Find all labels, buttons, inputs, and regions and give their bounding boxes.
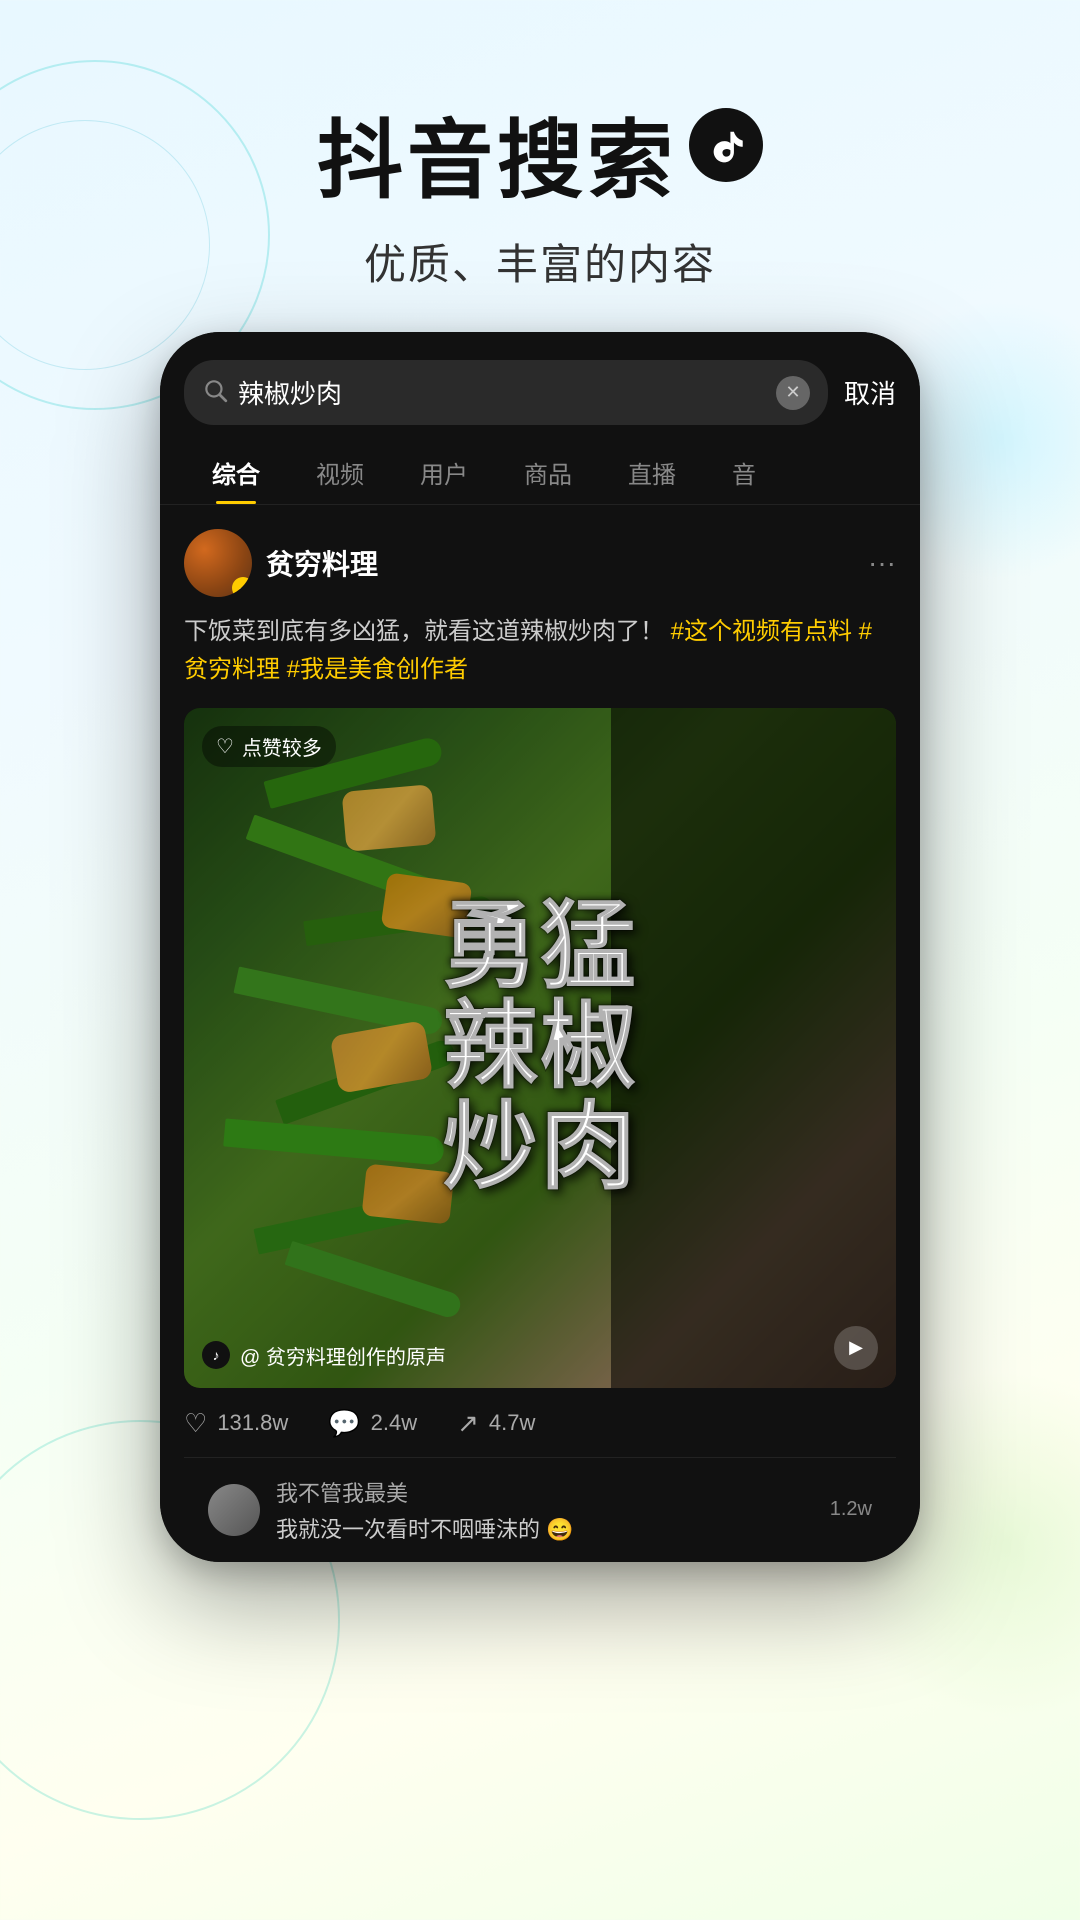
shares-count: 4.7w bbox=[489, 1410, 535, 1436]
search-input-wrap[interactable]: 辣椒炒肉 ✕ bbox=[184, 360, 828, 425]
tabs-row: 综合 视频 用户 商品 直播 音 bbox=[160, 441, 920, 505]
tab-用户[interactable]: 用户 bbox=[392, 441, 496, 504]
comments-engagement[interactable]: 💬 2.4w bbox=[328, 1408, 417, 1439]
tab-音[interactable]: 音 bbox=[704, 441, 784, 504]
video-bg: 勇猛辣椒炒肉 ♡ 点赞较多 ♪ @ 贫穷料理创作的原声 ▶ bbox=[184, 708, 896, 1388]
tiktok-mini-icon: ♪ bbox=[202, 1341, 230, 1369]
audio-label-text: @ 贫穷料理创作的原声 bbox=[240, 1341, 446, 1370]
comment-count: 1.2w bbox=[830, 1498, 872, 1521]
comment-icon: 💬 bbox=[328, 1408, 360, 1439]
play-button[interactable]: ▶ bbox=[834, 1326, 878, 1370]
post-text: 下饭菜到底有多凶猛，就看这道辣椒炒肉了！ #这个视频有点料 #贫穷料理 #我是美… bbox=[184, 613, 896, 690]
tab-视频[interactable]: 视频 bbox=[288, 441, 392, 504]
post-text-plain: 下饭菜到底有多凶猛，就看这道辣椒炒肉了！ bbox=[184, 618, 664, 645]
clear-button[interactable]: ✕ bbox=[776, 376, 810, 410]
share-icon: ↗ bbox=[457, 1408, 479, 1439]
user-left: ✓ 贫穷料理 bbox=[184, 529, 378, 597]
tab-直播[interactable]: 直播 bbox=[600, 441, 704, 504]
more-options-button[interactable]: ··· bbox=[868, 547, 896, 579]
search-bar-row: 辣椒炒肉 ✕ 取消 bbox=[160, 332, 920, 441]
main-title: 抖音搜索 bbox=[0, 90, 1080, 215]
verified-badge: ✓ bbox=[232, 577, 252, 597]
commenter-name: 我不管我最美 bbox=[276, 1476, 814, 1508]
tiktok-icon bbox=[689, 108, 763, 182]
app-title-text: 抖音搜索 bbox=[317, 90, 677, 215]
cancel-button[interactable]: 取消 bbox=[844, 374, 896, 411]
username[interactable]: 贫穷料理 bbox=[266, 543, 378, 583]
header-section: 抖音搜索 优质、丰富的内容 bbox=[0, 0, 1080, 332]
heart-icon: ♡ bbox=[184, 1408, 207, 1439]
comments-count: 2.4w bbox=[371, 1410, 417, 1436]
tab-商品[interactable]: 商品 bbox=[496, 441, 600, 504]
video-title-text: 勇猛辣椒炒肉 bbox=[184, 708, 896, 1388]
search-icon bbox=[202, 377, 228, 408]
subtitle: 优质、丰富的内容 bbox=[0, 231, 1080, 292]
tiktok-svg bbox=[704, 123, 748, 167]
likes-count: 131.8w bbox=[217, 1410, 288, 1436]
phone-inner: 辣椒炒肉 ✕ 取消 综合 视频 用户 商品 直播 音 bbox=[160, 332, 920, 1562]
avatar: ✓ bbox=[184, 529, 252, 597]
comment-text: 我就没一次看时不咽唾沫的 😄 bbox=[276, 1512, 814, 1544]
likes-badge-text: 点赞较多 bbox=[242, 732, 322, 761]
commenter-avatar bbox=[208, 1484, 260, 1536]
likes-badge: ♡ 点赞较多 bbox=[202, 726, 336, 767]
likes-engagement[interactable]: ♡ 131.8w bbox=[184, 1408, 288, 1439]
video-thumbnail[interactable]: 勇猛辣椒炒肉 ♡ 点赞较多 ♪ @ 贫穷料理创作的原声 ▶ bbox=[184, 708, 896, 1388]
result-card: ✓ 贫穷料理 ··· 下饭菜到底有多凶猛，就看这道辣椒炒肉了！ #这个视频有点料… bbox=[160, 505, 920, 1562]
comment-preview: 我不管我最美 我就没一次看时不咽唾沫的 😄 1.2w bbox=[184, 1458, 896, 1562]
user-info-row: ✓ 贫穷料理 ··· bbox=[184, 529, 896, 597]
engagement-row: ♡ 131.8w 💬 2.4w ↗ 4.7w bbox=[184, 1388, 896, 1458]
heart-icon: ♡ bbox=[216, 734, 234, 759]
comment-content: 我不管我最美 我就没一次看时不咽唾沫的 😄 bbox=[276, 1476, 814, 1544]
tab-综合[interactable]: 综合 bbox=[184, 441, 288, 504]
shares-engagement[interactable]: ↗ 4.7w bbox=[457, 1408, 535, 1439]
search-input-text: 辣椒炒肉 bbox=[238, 374, 766, 411]
phone-mockup: 辣椒炒肉 ✕ 取消 综合 视频 用户 商品 直播 音 bbox=[160, 332, 920, 1562]
audio-bar: ♪ @ 贫穷料理创作的原声 bbox=[202, 1341, 836, 1370]
